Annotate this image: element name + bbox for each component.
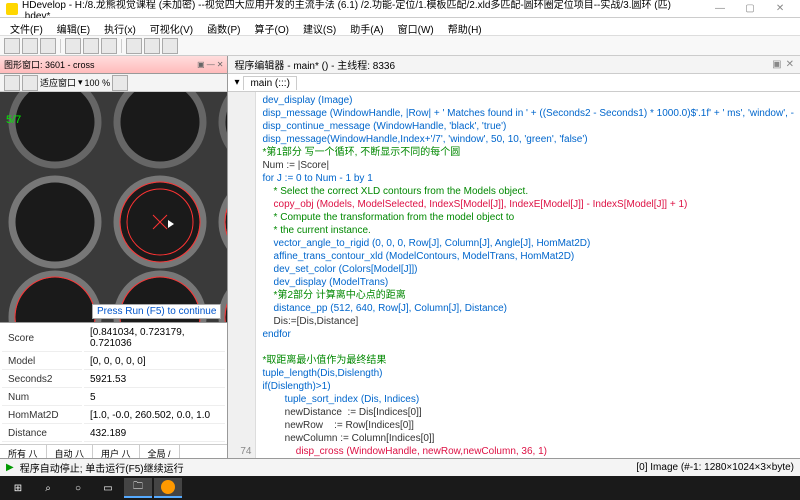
menu-suggest[interactable]: 建议(S) <box>297 20 342 33</box>
program-editor-title: 程序编辑器 - main* () - 主线程: 8336 <box>234 57 395 72</box>
main-toolbar <box>0 36 800 56</box>
titlebar: HDevelop - H:/8.龙熊视觉课程 (未加密) --视觉四大应用开发的… <box>0 0 800 18</box>
tb-run-icon[interactable] <box>126 38 142 54</box>
variable-tabs: 所有 八 自动 八 用户 八 全局 / <box>0 444 227 458</box>
pe-close-icon[interactable]: ✕ <box>786 59 794 70</box>
tb-stop-icon[interactable] <box>162 38 178 54</box>
fit-window-label[interactable]: 适应窗口 <box>40 76 76 89</box>
var-row: Num5 <box>2 390 225 406</box>
var-row: Model[0, 0, 0, 0, 0] <box>2 354 225 370</box>
search-icon[interactable]: ⌕ <box>34 478 62 498</box>
tb-save-icon[interactable] <box>40 38 56 54</box>
statusbar: ▶ 程序自动停止; 单击运行(F5)继续运行 [0] Image (#-1: 1… <box>0 458 800 476</box>
var-row: Seconds25921.53 <box>2 372 225 388</box>
tb-open-icon[interactable] <box>22 38 38 54</box>
gw-tool-icon[interactable] <box>4 75 20 91</box>
close-button[interactable]: ✕ <box>766 3 794 14</box>
cortana-icon[interactable]: ○ <box>64 478 92 498</box>
editor-tab-bar: ▾ main (:::) <box>228 74 800 92</box>
variables-table: Score[0.841034, 0.723179, 0.721036 Model… <box>0 323 227 444</box>
tb-step-icon[interactable] <box>144 38 160 54</box>
status-image-info: [0] Image (#-1: 1280×1024×3×byte) <box>636 462 794 473</box>
var-row: Distance432.189 <box>2 426 225 442</box>
menu-run[interactable]: 执行(x) <box>98 20 142 33</box>
tab-main[interactable]: main (:::) <box>243 76 296 90</box>
main-area: 图形窗口: 3601 - cross ▣ — ✕ 适应窗口 ▾ 100 % <box>0 56 800 458</box>
tb-copy-icon[interactable] <box>83 38 99 54</box>
graphics-window-title: 图形窗口: 3601 - cross <box>4 58 95 71</box>
zoom-level[interactable]: 100 % <box>85 78 111 88</box>
tab-global[interactable]: 全局 / <box>140 445 180 458</box>
maximize-button[interactable]: ▢ <box>736 3 764 14</box>
press-run-overlay: Press Run (F5) to continue <box>92 304 222 319</box>
window-controls: — ▢ ✕ <box>706 3 794 14</box>
rings-image <box>0 92 227 322</box>
code-editor[interactable]: 74757677787980818283 dev_display (Image)… <box>228 92 800 458</box>
gw-min-icon[interactable]: — <box>207 60 215 69</box>
taskview-icon[interactable]: ▭ <box>94 478 122 498</box>
menu-file[interactable]: 文件(F) <box>4 20 49 33</box>
graphics-toolbar: 适应窗口 ▾ 100 % <box>0 74 227 92</box>
gw-dock-icon[interactable]: ▣ <box>197 60 205 69</box>
tb-new-icon[interactable] <box>4 38 20 54</box>
tab-dropdown-icon[interactable]: ▾ <box>234 77 239 88</box>
tab-user[interactable]: 用户 八 <box>93 445 140 458</box>
pe-dock-icon[interactable]: ▣ <box>772 59 781 70</box>
program-editor-header: 程序编辑器 - main* () - 主线程: 8336 ▣ ✕ <box>228 56 800 74</box>
menu-assist[interactable]: 助手(A) <box>344 20 389 33</box>
graphics-canvas[interactable]: 5/7 Press Run (F5) to continue <box>0 92 227 322</box>
status-text: 程序自动停止; 单击运行(F5)继续运行 <box>20 460 184 475</box>
status-play-icon: ▶ <box>6 462 14 473</box>
app-icon <box>6 3 18 15</box>
gw-tool3-icon[interactable] <box>112 75 128 91</box>
start-button[interactable]: ⊞ <box>4 478 32 498</box>
tab-auto[interactable]: 自动 八 <box>47 445 94 458</box>
gw-tool2-icon[interactable] <box>22 75 38 91</box>
ratio-overlay: 5/7 <box>6 114 21 126</box>
menu-func[interactable]: 函数(P) <box>201 20 246 33</box>
gw-close-icon[interactable]: ✕ <box>217 60 224 69</box>
tb-cut-icon[interactable] <box>65 38 81 54</box>
graphics-window-header: 图形窗口: 3601 - cross ▣ — ✕ <box>0 56 227 74</box>
taskbar: ⊞ ⌕ ○ ▭ 🗀 <box>0 476 800 500</box>
explorer-icon[interactable]: 🗀 <box>124 478 152 498</box>
minimize-button[interactable]: — <box>706 3 734 14</box>
line-gutter: 74757677787980818283 <box>228 92 256 458</box>
left-column: 图形窗口: 3601 - cross ▣ — ✕ 适应窗口 ▾ 100 % <box>0 56 228 458</box>
tab-all[interactable]: 所有 八 <box>0 445 47 458</box>
hdevelop-task-icon[interactable] <box>154 478 182 498</box>
menu-op[interactable]: 算子(O) <box>248 20 294 33</box>
menu-visual[interactable]: 可视化(V) <box>144 20 199 33</box>
code-body[interactable]: dev_display (Image)disp_message (WindowH… <box>256 92 800 458</box>
variables-panel: Score[0.841034, 0.723179, 0.721036 Model… <box>0 322 227 458</box>
tb-paste-icon[interactable] <box>101 38 117 54</box>
var-row: HomMat2D[1.0, -0.0, 260.502, 0.0, 1.0 <box>2 408 225 424</box>
menubar: 文件(F) 编辑(E) 执行(x) 可视化(V) 函数(P) 算子(O) 建议(… <box>0 18 800 36</box>
menu-window[interactable]: 窗口(W) <box>392 20 440 33</box>
menu-help[interactable]: 帮助(H) <box>442 20 488 33</box>
menu-edit[interactable]: 编辑(E) <box>51 20 96 33</box>
var-row: Score[0.841034, 0.723179, 0.721036 <box>2 325 225 352</box>
right-column: 程序编辑器 - main* () - 主线程: 8336 ▣ ✕ ▾ main … <box>228 56 800 458</box>
